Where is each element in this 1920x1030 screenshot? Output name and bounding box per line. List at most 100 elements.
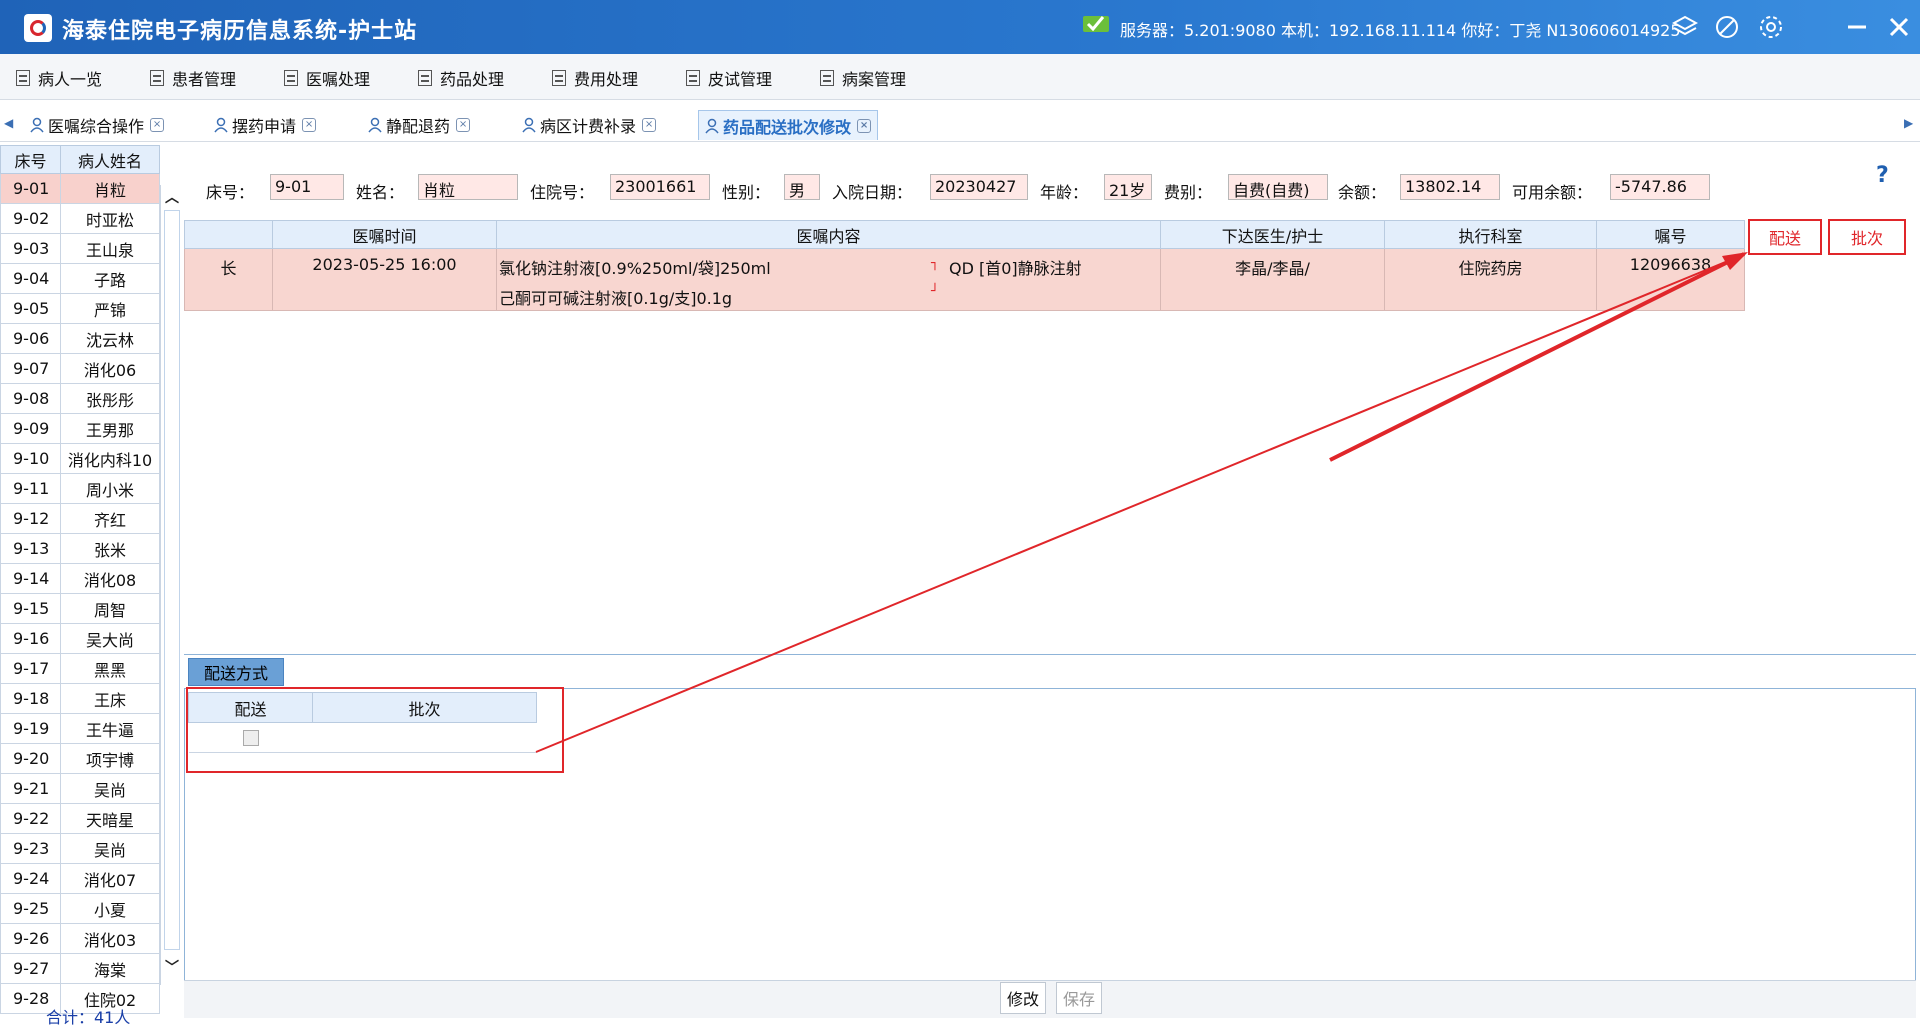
- settings-gear-icon[interactable]: [1758, 14, 1784, 40]
- bed-number: 9-08: [0, 383, 61, 414]
- document-icon: [16, 70, 30, 86]
- tab-close-icon[interactable]: ×: [857, 118, 872, 133]
- patient-row[interactable]: 9-09 王男那: [0, 413, 160, 444]
- patient-row[interactable]: 9-08 张彤彤: [0, 383, 160, 414]
- tab-close-icon[interactable]: ×: [150, 118, 165, 132]
- column-header-dept[interactable]: 执行科室: [1384, 220, 1597, 249]
- patient-row[interactable]: 9-22 天暗星: [0, 803, 160, 834]
- patient-name: 周小米: [60, 473, 160, 504]
- scroll-up-icon[interactable]: ︿: [165, 187, 179, 207]
- minimize-icon[interactable]: [1844, 14, 1870, 40]
- tab-scroll-left-icon[interactable]: ◀: [4, 116, 13, 130]
- skin-icon[interactable]: [1714, 14, 1740, 40]
- column-header-bed[interactable]: 床号: [0, 145, 61, 174]
- patient-name: 消化内科10: [60, 443, 160, 474]
- bed-number: 9-12: [0, 503, 61, 534]
- menu-patient-overview[interactable]: 病人一览: [16, 68, 102, 89]
- bed-number: 9-03: [0, 233, 61, 264]
- column-header-order-content[interactable]: 医嘱内容: [496, 220, 1161, 249]
- patient-row[interactable]: 9-16 吴大尚: [0, 623, 160, 654]
- column-header-patient-name[interactable]: 病人姓名: [60, 145, 160, 174]
- patient-name: 周智: [60, 593, 160, 624]
- arrow-line-1: [535, 255, 1741, 753]
- column-header-type[interactable]: [184, 220, 273, 249]
- available-balance-label: 可用余额：: [1512, 183, 1593, 202]
- column-header-order-time[interactable]: 医嘱时间: [272, 220, 497, 249]
- menu-bar: 病人一览 患者管理 医嘱处理 药品处理 费用处理 皮试管理 病案管理: [0, 54, 1920, 100]
- patient-row[interactable]: 9-12 齐红: [0, 503, 160, 534]
- close-icon[interactable]: [1886, 14, 1912, 40]
- patient-row[interactable]: 9-04 子路: [0, 263, 160, 294]
- tab-dispense-request[interactable]: 摆药申请 ×: [208, 110, 322, 140]
- document-icon: [150, 70, 164, 86]
- order-doctor: 李晶/李晶/: [1160, 248, 1385, 311]
- menu-fee-processing[interactable]: 费用处理: [552, 68, 638, 89]
- patient-row[interactable]: 9-01 肖粒: [0, 173, 160, 204]
- patient-row[interactable]: 9-10 消化内科10: [0, 443, 160, 474]
- patient-row[interactable]: 9-18 王床: [0, 683, 160, 714]
- tab-bar: ◀ 医嘱综合操作 × 摆药申请 × 静配退药 × 病区计费补录 × 药品配送批次修改 × …: [0, 104, 1920, 142]
- patient-row[interactable]: 9-27 海棠: [0, 953, 160, 984]
- available-balance-field: -5747.86: [1610, 174, 1710, 200]
- tab-iv-return[interactable]: 静配退药 ×: [362, 110, 476, 140]
- patient-row[interactable]: 9-03 王山泉: [0, 233, 160, 264]
- patient-name: 严锦: [60, 293, 160, 324]
- patient-name: 消化03: [60, 923, 160, 954]
- menu-drug-processing[interactable]: 药品处理: [418, 68, 504, 89]
- bed-number: 9-07: [0, 353, 61, 384]
- gender-label: 性别：: [722, 183, 771, 202]
- tab-close-icon[interactable]: ×: [642, 118, 657, 132]
- tab-distribution-method[interactable]: 配送方式: [188, 658, 284, 686]
- patient-row[interactable]: 9-23 吴尚: [0, 833, 160, 864]
- tab-close-icon[interactable]: ×: [456, 118, 471, 132]
- bed-number: 9-16: [0, 623, 61, 654]
- bed-number: 9-26: [0, 923, 61, 954]
- tab-order-overview[interactable]: 医嘱综合操作 ×: [24, 110, 170, 140]
- patient-row[interactable]: 9-25 小夏: [0, 893, 160, 924]
- column-header-order-no[interactable]: 嘱号: [1596, 220, 1745, 249]
- menu-patient-management[interactable]: 患者管理: [150, 68, 236, 89]
- patient-row[interactable]: 9-02 时亚松: [0, 203, 160, 234]
- tab-ward-billing[interactable]: 病区计费补录 ×: [516, 110, 662, 140]
- order-number: 12096638: [1596, 248, 1745, 311]
- tab-close-icon[interactable]: ×: [302, 118, 317, 132]
- menu-order-processing[interactable]: 医嘱处理: [284, 68, 370, 89]
- patient-row[interactable]: 9-06 沈云林: [0, 323, 160, 354]
- table-row[interactable]: 长 2023-05-25 16:00 氯化钠注射液[0.9%250ml/袋]25…: [184, 248, 1745, 311]
- patient-row[interactable]: 9-05 严锦: [0, 293, 160, 324]
- help-icon[interactable]: ?: [1876, 163, 1889, 188]
- order-dept: 住院药房: [1384, 248, 1597, 311]
- column-header-doctor[interactable]: 下达医生/护士: [1160, 220, 1385, 249]
- bed-number: 9-09: [0, 413, 61, 444]
- scrollbar-track[interactable]: [164, 210, 180, 950]
- save-button[interactable]: 保存: [1056, 982, 1102, 1014]
- gender-field: 男: [784, 174, 820, 200]
- patient-name: 王男那: [60, 413, 160, 444]
- tab-scroll-right-icon[interactable]: ▶: [1904, 116, 1913, 130]
- layers-icon[interactable]: [1672, 14, 1698, 40]
- patient-row[interactable]: 9-24 消化07: [0, 863, 160, 894]
- modify-button[interactable]: 修改: [1000, 982, 1046, 1014]
- patient-row[interactable]: 9-07 消化06: [0, 353, 160, 384]
- tab-drug-delivery-batch[interactable]: 药品配送批次修改 ×: [698, 110, 879, 140]
- distribution-column-annotation: 配送: [1748, 219, 1822, 255]
- patient-row[interactable]: 9-11 周小米: [0, 473, 160, 504]
- patient-row[interactable]: 9-17 黑黑: [0, 653, 160, 684]
- bed-number: 9-23: [0, 833, 61, 864]
- patient-row[interactable]: 9-19 王牛逼: [0, 713, 160, 744]
- bed-number: 9-06: [0, 323, 61, 354]
- patient-row[interactable]: 9-26 消化03: [0, 923, 160, 954]
- patient-row[interactable]: 9-20 项宇博: [0, 743, 160, 774]
- patient-list-scrollbar[interactable]: ︿ ﹀: [160, 185, 182, 985]
- patient-name: 黑黑: [60, 653, 160, 684]
- fee-type-label: 费别：: [1164, 183, 1213, 202]
- menu-medical-records[interactable]: 病案管理: [820, 68, 906, 89]
- patient-row[interactable]: 9-13 张米: [0, 533, 160, 564]
- patient-row[interactable]: 9-21 吴尚: [0, 773, 160, 804]
- patient-row[interactable]: 9-14 消化08: [0, 563, 160, 594]
- order-time: 2023-05-25 16:00: [272, 248, 497, 311]
- patient-name: 王床: [60, 683, 160, 714]
- menu-skin-test[interactable]: 皮试管理: [686, 68, 772, 89]
- scroll-down-icon[interactable]: ﹀: [165, 957, 179, 977]
- patient-row[interactable]: 9-15 周智: [0, 593, 160, 624]
